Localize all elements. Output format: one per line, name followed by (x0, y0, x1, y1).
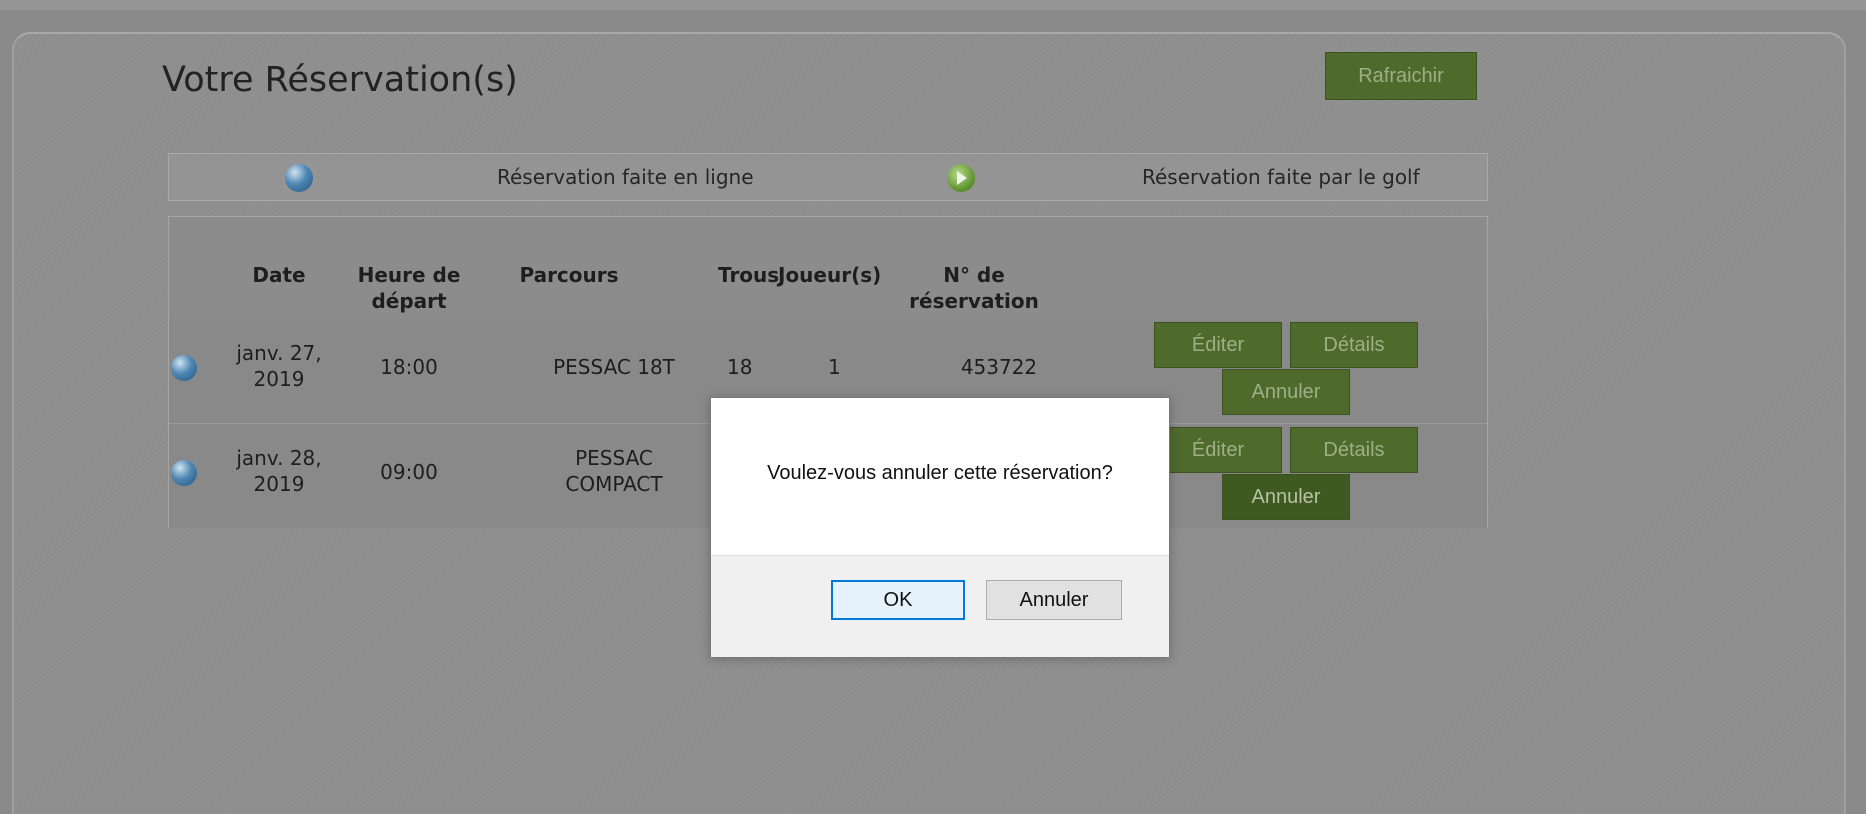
row-trous: 18 (727, 355, 753, 379)
details-button[interactable]: Détails (1290, 322, 1418, 368)
legend-online-label: Réservation faite en ligne (497, 165, 754, 189)
row-date-line2: 2019 (253, 472, 305, 496)
row-heure: 18:00 (380, 355, 438, 379)
row-parcours-line2: COMPACT (565, 472, 663, 496)
top-strip (0, 0, 1866, 10)
header-parcours: Parcours (519, 263, 619, 287)
edit-button[interactable]: Éditer (1154, 427, 1282, 473)
row-joueurs: 1 (828, 355, 841, 379)
dialog-cancel-button[interactable]: Annuler (986, 580, 1122, 620)
legend-golf-label: Réservation faite par le golf (1142, 165, 1420, 189)
globe-icon (285, 164, 313, 192)
row-heure: 09:00 (380, 460, 438, 484)
globe-icon (171, 460, 197, 486)
row-date-line1: janv. 28, (236, 446, 322, 470)
row-parcours: PESSAC 18T (553, 355, 675, 379)
row-numero: 453722 (960, 355, 1038, 379)
header-trous: Trous (718, 263, 780, 287)
dialog-message: Voulez-vous annuler cette réservation? (767, 462, 1113, 484)
play-circle-icon (947, 164, 975, 192)
row-parcours-line1: PESSAC (575, 446, 653, 470)
header-heure-line1: Heure de (357, 263, 461, 287)
details-button[interactable]: Détails (1290, 427, 1418, 473)
page-title: Votre Réservation(s) (162, 60, 518, 100)
cancel-reservation-button[interactable]: Annuler (1222, 369, 1350, 415)
header-heure-line2: départ (371, 289, 447, 313)
refresh-button[interactable]: Rafraichir (1325, 52, 1477, 100)
row-date-line2: 2019 (253, 367, 305, 391)
header-numero-line2: réservation (909, 289, 1039, 313)
header-numero-line1: N° de (943, 263, 1005, 287)
cancel-reservation-button[interactable]: Annuler (1222, 474, 1350, 520)
table-header: Date Heure de départ Parcours Trous Joue… (169, 217, 1487, 319)
reservation-legend: Réservation faite en ligne Réservation f… (168, 153, 1488, 201)
dialog-footer: OK Annuler (711, 555, 1169, 657)
edit-button[interactable]: Éditer (1154, 322, 1282, 368)
header-joueurs: Joueur(s) (778, 263, 882, 287)
confirm-dialog: Voulez-vous annuler cette réservation? O… (710, 397, 1170, 657)
header-date: Date (252, 263, 306, 287)
ok-button[interactable]: OK (831, 580, 965, 620)
globe-icon (171, 355, 197, 381)
row-date-line1: janv. 27, (236, 341, 322, 365)
